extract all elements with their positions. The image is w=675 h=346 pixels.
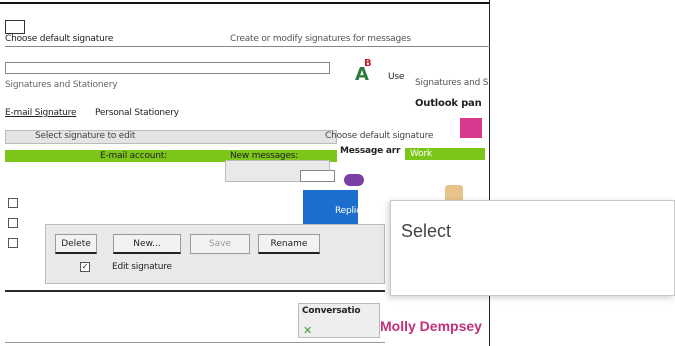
rename-button[interactable]: Rename: [258, 234, 320, 254]
outlook-panel-label: Outlook pan: [415, 98, 482, 109]
work-tag-label: Work: [410, 149, 432, 159]
signature-search-field[interactable]: [5, 62, 330, 74]
select-signature-label: Select signature to edit: [35, 131, 136, 141]
signatures-right-text: Signatures and S: [415, 78, 489, 88]
new-messages-dropdown[interactable]: [300, 170, 335, 182]
list-checkbox-1[interactable]: [8, 198, 18, 208]
bottom-divider: [5, 342, 385, 343]
list-checkbox-3[interactable]: [8, 238, 18, 248]
tab-email-signature[interactable]: E-mail Signature: [5, 108, 76, 118]
choose-default-label: Choose default signature: [325, 131, 434, 141]
divider: [5, 46, 490, 47]
popup-select-label: Select: [401, 221, 452, 241]
list-checkbox-2[interactable]: [8, 218, 18, 228]
new-messages-label: New messages:: [230, 151, 299, 161]
delete-button[interactable]: Delete: [55, 234, 97, 254]
sub-text: Signatures and Stationery: [5, 80, 118, 90]
window-icon: [5, 20, 25, 34]
contact-name: Molly Dempsey: [380, 318, 482, 334]
message-arr-label: Message arr: [340, 146, 401, 156]
top-border: [0, 2, 490, 4]
save-button[interactable]: Save: [190, 234, 250, 254]
new-button[interactable]: New...: [113, 234, 181, 254]
select-popup[interactable]: Select: [390, 200, 675, 296]
header-text-left: Choose default signature: [5, 34, 114, 44]
outlook-pane-thumbnail: [460, 118, 482, 138]
signature-buttons-panel: [45, 224, 385, 284]
header-text-right: Create or modify signatures for messages: [230, 34, 411, 44]
avatar: [344, 174, 364, 186]
edit-signature-label: Edit signature: [112, 262, 172, 272]
signature-app-icon-badge: B: [364, 58, 372, 69]
use-text: Use: [388, 72, 405, 82]
conversation-label: Conversatio: [302, 306, 361, 316]
close-icon[interactable]: ✕: [303, 324, 312, 337]
tab-personal-stationery[interactable]: Personal Stationery: [95, 108, 179, 118]
toolbar-line: [5, 290, 385, 292]
email-account-label: E-mail account:: [100, 151, 167, 161]
edit-signature-checkbox[interactable]: ✓: [80, 262, 90, 272]
